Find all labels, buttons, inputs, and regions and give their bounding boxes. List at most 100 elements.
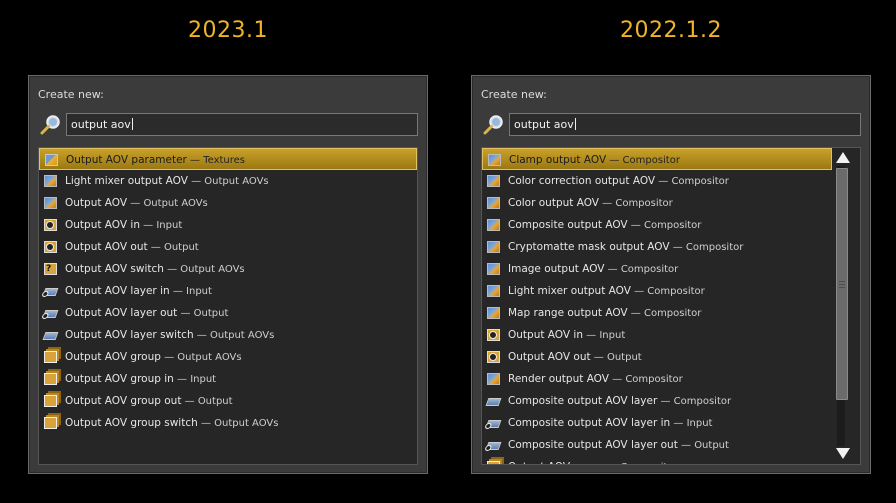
layer-icon: [485, 398, 502, 406]
item-name: Output AOV group out: [65, 395, 182, 407]
item-category: Input: [599, 330, 626, 341]
scroll-thumb[interactable]: [836, 168, 848, 400]
search-input[interactable]: output aov: [66, 113, 418, 136]
item-name: Output AOV in: [508, 329, 583, 341]
aov-icon: [44, 175, 57, 187]
item-name: Output AOV group switch: [65, 417, 198, 429]
item-separator: —: [139, 220, 157, 231]
item-separator: —: [670, 418, 687, 429]
switch-icon: [44, 258, 57, 280]
item-category: Output: [694, 440, 729, 451]
item-separator: —: [186, 155, 204, 166]
scroll-down-arrow-icon[interactable]: [836, 448, 850, 459]
aov-icon: [487, 307, 500, 319]
item-separator: —: [163, 264, 181, 275]
list-item[interactable]: Light mixer output AOV — Compositor: [482, 280, 832, 302]
list-item[interactable]: Composite output AOV — Compositor: [482, 214, 832, 236]
list-item[interactable]: Color correction output AOV — Compositor: [482, 170, 832, 192]
aov-icon: [487, 285, 500, 297]
item-category: Output AOVs: [143, 198, 208, 209]
item-name: Cryptomatte mask output AOV: [508, 241, 670, 253]
item-category: Output AOVs: [209, 330, 275, 341]
item-category: Output: [197, 396, 233, 407]
list-item[interactable]: Output AOV group in — Input: [39, 368, 417, 390]
list-item[interactable]: Output AOV layer out — Output: [39, 302, 417, 324]
list-item[interactable]: Output AOV group — Compositor: [482, 456, 832, 464]
layer-output-icon: [485, 442, 502, 450]
list-item[interactable]: Output AOV switch — Output AOVs: [39, 258, 417, 280]
group-icon: [487, 461, 500, 464]
item-name: Output AOV layer out: [65, 307, 178, 319]
search-input[interactable]: output aov: [509, 113, 861, 136]
create-node-panel-right: Create new: output aov Clamp output AOV …: [471, 75, 871, 474]
item-category: Input: [156, 220, 183, 231]
create-new-label: Create new:: [38, 88, 104, 101]
list-item[interactable]: Map range output AOV — Compositor: [482, 302, 832, 324]
list-item[interactable]: Output AOV in — Input: [482, 324, 832, 346]
list-item[interactable]: Output AOV group out — Output: [39, 390, 417, 412]
item-name: Output AOV: [65, 197, 128, 209]
list-item[interactable]: Color output AOV — Compositor: [482, 192, 832, 214]
list-item[interactable]: Image output AOV — Compositor: [482, 258, 832, 280]
group-input-icon: [44, 373, 57, 385]
item-separator: —: [173, 374, 191, 385]
item-category: Output: [163, 242, 199, 253]
item-name: Color output AOV: [508, 197, 599, 209]
magnifier-icon: [483, 115, 503, 135]
item-name: Light mixer output AOV: [508, 285, 631, 297]
item-separator: —: [657, 396, 674, 407]
magnifier-icon: [40, 115, 60, 135]
aov-icon: [487, 219, 500, 231]
group-output-icon: [44, 395, 57, 407]
layer-input-icon: [42, 288, 59, 296]
item-separator: —: [169, 286, 187, 297]
item-category: Compositor: [643, 220, 702, 231]
list-item[interactable]: Render output AOV — Compositor: [482, 368, 832, 390]
item-category: Output AOVs: [177, 352, 242, 363]
list-item[interactable]: Output AOV out — Output: [39, 236, 417, 258]
item-separator: —: [627, 308, 644, 319]
item-separator: —: [160, 352, 178, 363]
item-separator: —: [582, 330, 600, 341]
item-category: Compositor: [615, 198, 673, 209]
list-item[interactable]: Output AOV in — Input: [39, 214, 417, 236]
aov-icon: [487, 263, 500, 275]
list-item[interactable]: Output AOV out — Output: [482, 346, 832, 368]
vertical-scrollbar[interactable]: [832, 148, 860, 464]
output-node-icon: [487, 351, 500, 363]
list-item[interactable]: Composite output AOV layer out — Output: [482, 434, 832, 456]
item-name: Composite output AOV layer out: [508, 439, 678, 451]
list-item[interactable]: Output AOV parameter — Textures: [39, 148, 417, 170]
list-item[interactable]: Composite output AOV layer — Compositor: [482, 390, 832, 412]
item-category: Compositor: [647, 286, 705, 297]
layer-output-icon: [42, 310, 59, 318]
item-name: Output AOV group in: [65, 373, 174, 385]
item-separator: —: [604, 462, 620, 464]
item-name: Output AOV out: [65, 241, 148, 253]
list-item[interactable]: Output AOV — Output AOVs: [39, 192, 417, 214]
list-item[interactable]: Output AOV layer switch — Output AOVs: [39, 324, 417, 346]
item-name: Render output AOV: [508, 373, 609, 385]
item-name: Output AOV parameter: [66, 154, 187, 166]
list-item[interactable]: Output AOV group — Output AOVs: [39, 346, 417, 368]
item-separator: —: [669, 242, 686, 253]
scroll-up-arrow-icon[interactable]: [836, 152, 850, 163]
item-category: Compositor: [622, 155, 680, 166]
item-name: Composite output AOV: [508, 219, 628, 231]
layer-input-icon: [485, 420, 502, 428]
item-name: Map range output AOV: [508, 307, 628, 319]
list-item[interactable]: Light mixer output AOV — Output AOVs: [39, 170, 417, 192]
group-switch-icon: [44, 417, 57, 429]
item-category: Input: [686, 418, 713, 429]
list-item[interactable]: Output AOV group switch — Output AOVs: [39, 412, 417, 434]
item-name: Clamp output AOV: [509, 154, 607, 166]
list-item[interactable]: Output AOV layer in — Input: [39, 280, 417, 302]
aov-icon: [487, 197, 500, 209]
list-item[interactable]: Cryptomatte mask output AOV — Compositor: [482, 236, 832, 258]
item-category: Output AOVs: [180, 264, 245, 275]
list-item[interactable]: Composite output AOV layer in — Input: [482, 412, 832, 434]
item-name: Light mixer output AOV: [65, 175, 188, 187]
item-separator: —: [627, 220, 644, 231]
item-separator: —: [655, 176, 672, 187]
list-item[interactable]: Clamp output AOV — Compositor: [482, 148, 832, 170]
